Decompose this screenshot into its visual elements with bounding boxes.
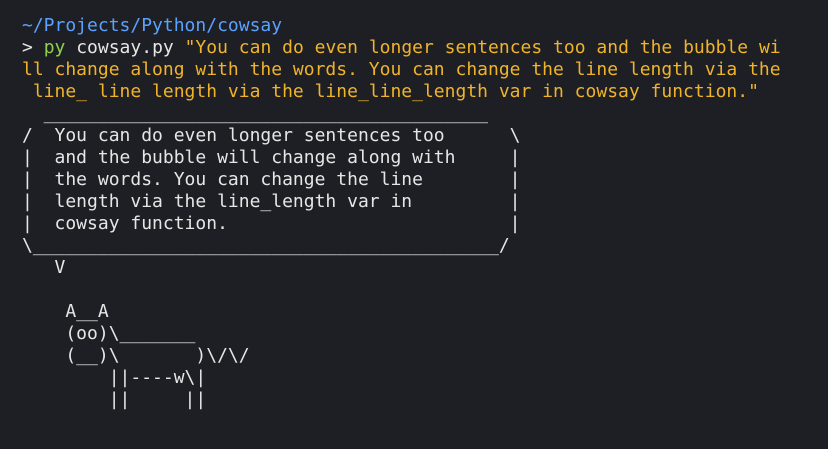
output-line: (__)\ )\/\/ <box>22 345 250 366</box>
output-line: \_______________________________________… <box>22 235 510 256</box>
output-line: ||----w\| <box>22 367 207 388</box>
prompt-symbol: > <box>22 37 44 58</box>
output-line: | and the bubble will change along with … <box>22 147 521 168</box>
output-line: V <box>22 257 66 278</box>
output-line: A__A <box>22 301 109 322</box>
output-line: / You can do even longer sentences too \ <box>22 125 521 146</box>
command-line: > py cowsay.py "You can do even longer s… <box>22 37 828 59</box>
command-string-arg-3: line_ line length via the line_line_leng… <box>22 81 759 102</box>
cwd-path: ~/Projects/Python/cowsay <box>22 15 283 36</box>
command-string-arg-1: "You can do even longer sentences too an… <box>184 37 781 58</box>
command-string-arg-2: ll change along with the words. You can … <box>22 59 781 80</box>
output-line: || || <box>22 389 207 410</box>
output-line: | cowsay function. | <box>22 213 521 234</box>
output-line: (oo)\_______ <box>22 323 196 344</box>
terminal-window[interactable]: ~/Projects/Python/cowsay > py cowsay.py … <box>0 0 828 449</box>
output-line: ________________________________________… <box>22 103 488 124</box>
command-script: cowsay.py <box>65 37 185 58</box>
output-line: | length via the line_length var in | <box>22 191 521 212</box>
command-name: py <box>43 37 66 58</box>
output-line: | the words. You can change the line | <box>22 169 521 190</box>
